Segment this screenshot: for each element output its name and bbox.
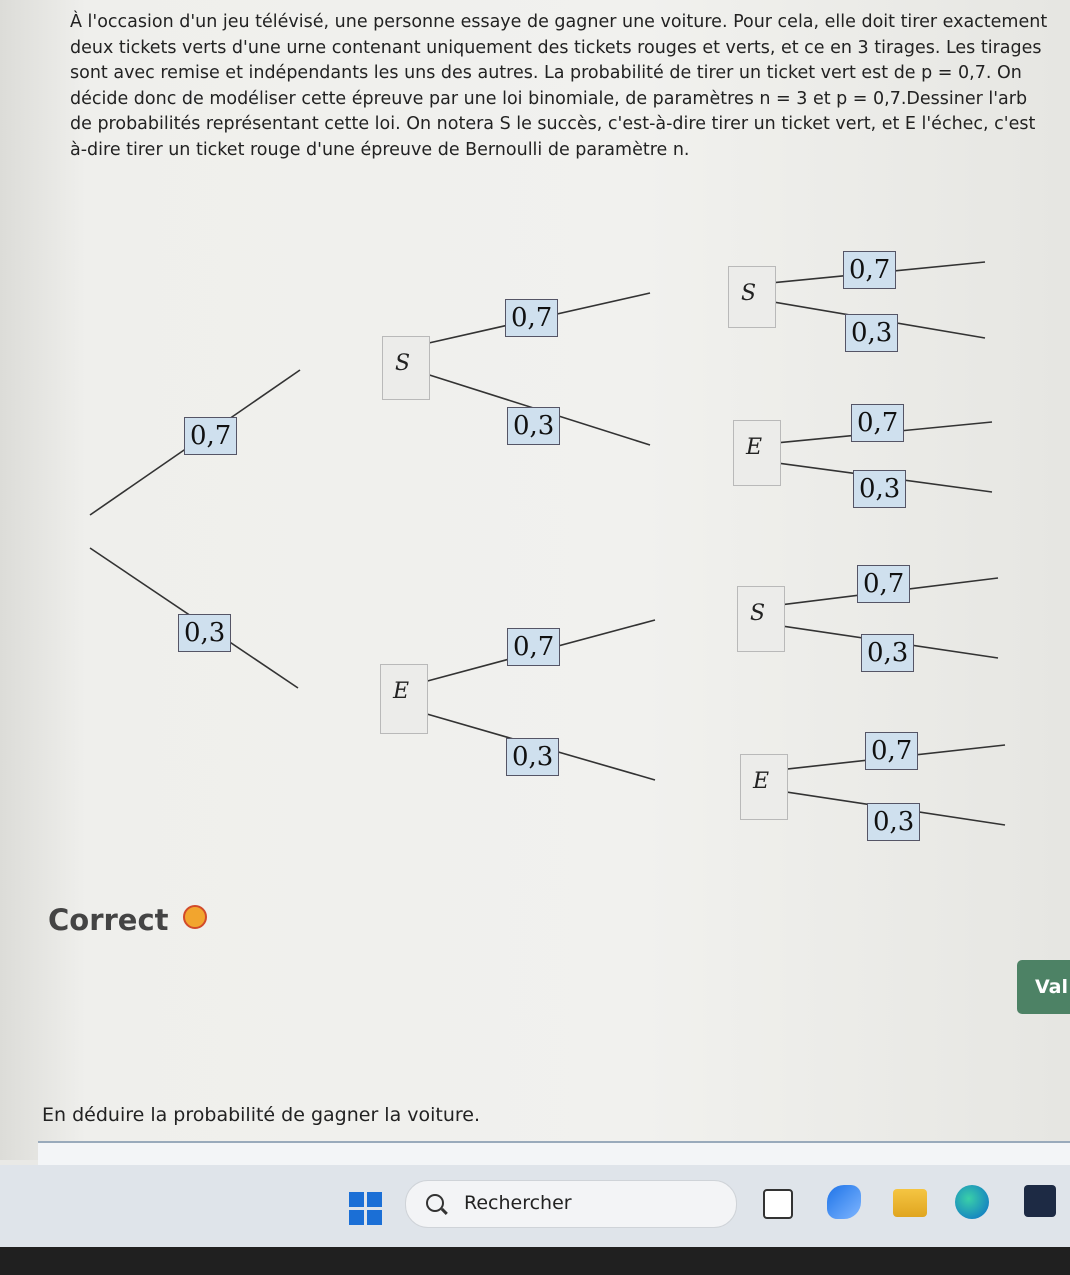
prob-box[interactable]: 0,7 [507,628,561,666]
prob-box[interactable]: 0,3 [861,634,915,672]
store-icon[interactable] [1024,1185,1056,1217]
prob-box[interactable]: 0,3 [178,614,232,652]
search-placeholder: Rechercher [464,1192,572,1214]
folder-icon[interactable] [893,1189,927,1217]
prob-box[interactable]: 0,3 [867,803,921,841]
windows-taskbar: Rechercher [0,1165,1070,1247]
node-e[interactable]: E [380,664,428,734]
prob-box[interactable]: 0,7 [505,299,559,337]
node-s[interactable]: S [382,336,430,400]
node-e[interactable]: E [733,420,781,486]
node-s[interactable]: S [728,266,776,328]
taskbar-search-input[interactable]: Rechercher [405,1180,737,1228]
search-icon [426,1194,444,1212]
prob-box[interactable]: 0,7 [851,404,905,442]
validate-button[interactable]: Val [1017,960,1070,1014]
node-label: S [741,281,757,306]
prob-box[interactable]: 0,3 [506,738,560,776]
node-label: S [750,601,766,626]
node-s[interactable]: S [737,586,785,652]
prob-box[interactable]: 0,7 [843,251,897,289]
file-explorer-icon[interactable] [763,1189,793,1219]
node-label: E [746,435,763,460]
feedback-label: Correct [48,903,169,937]
feedback-correct: Correct [48,903,207,937]
node-label: E [393,679,410,704]
answer-field[interactable] [38,1141,1070,1165]
exercise-page: À l'occasion d'un jeu télévisé, une pers… [0,0,1070,1165]
screen-bezel [0,1247,1070,1275]
sad-face-icon [182,905,207,929]
prob-box[interactable]: 0,7 [865,732,919,770]
prob-box[interactable]: 0,3 [845,314,899,352]
node-label: E [753,769,770,794]
prob-box[interactable]: 0,7 [184,417,238,455]
prob-box[interactable]: 0,3 [853,470,907,508]
prob-box[interactable]: 0,3 [507,407,561,445]
app-icon[interactable] [827,1185,861,1219]
node-label: S [395,351,411,376]
prob-box[interactable]: 0,7 [857,565,911,603]
node-e[interactable]: E [740,754,788,820]
question-2: En déduire la probabilité de gagner la v… [42,1104,481,1126]
edge-browser-icon[interactable] [955,1185,989,1219]
